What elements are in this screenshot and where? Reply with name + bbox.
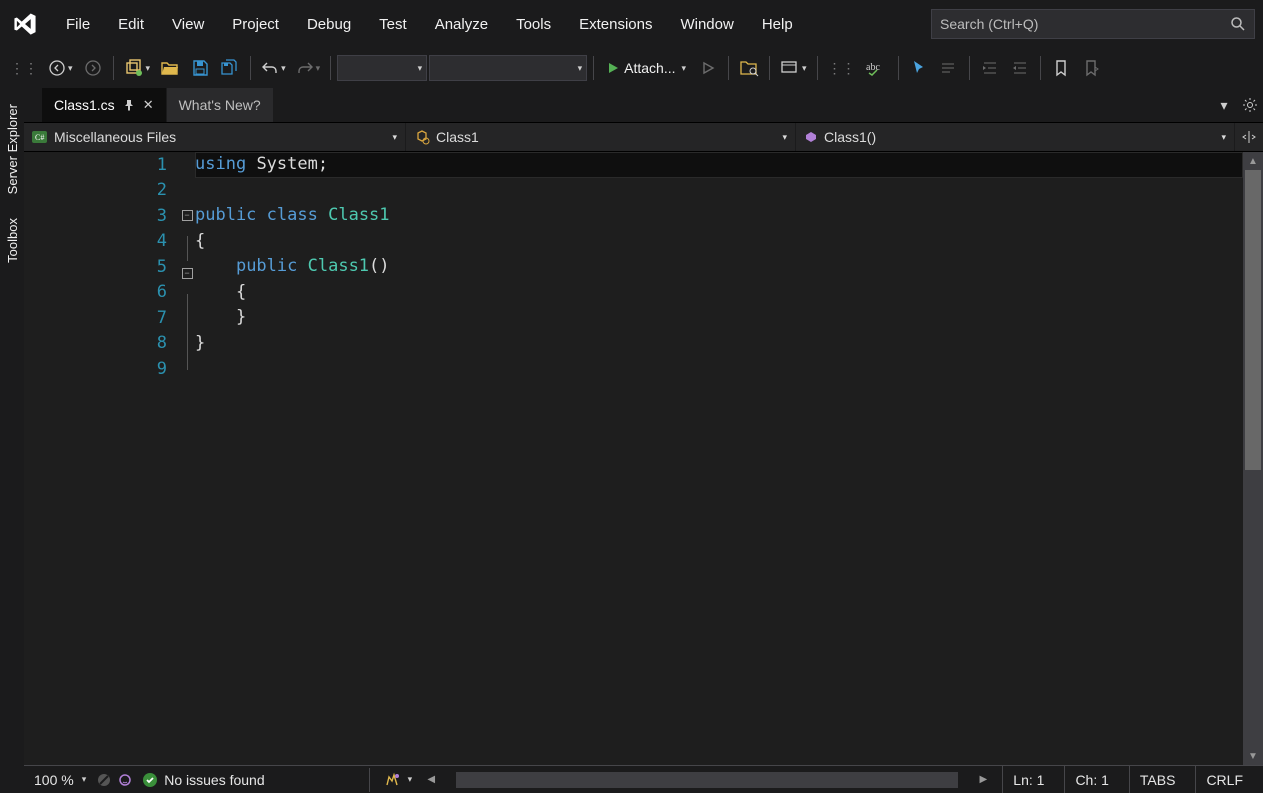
menu-test[interactable]: Test: [365, 10, 421, 39]
fold-toggle[interactable]: −: [182, 210, 193, 221]
class-icon: [414, 129, 430, 145]
menu-help[interactable]: Help: [748, 10, 807, 39]
vertical-scrollbar[interactable]: ▲ ▼: [1243, 152, 1263, 765]
code-editor[interactable]: 123456789 −− using System; public class …: [24, 152, 1263, 765]
find-files-button[interactable]: [735, 54, 763, 82]
svg-text:abc: abc: [866, 62, 880, 73]
quick-search[interactable]: [931, 9, 1255, 39]
solution-config-dropdown[interactable]: ▾: [337, 55, 427, 81]
menu-extensions[interactable]: Extensions: [565, 10, 666, 39]
browser-link-button[interactable]: ▾: [776, 54, 811, 82]
pin-icon[interactable]: [123, 99, 135, 111]
new-project-button[interactable]: ▾: [120, 54, 155, 82]
document-tabs: Class1.cs ✕ What's New? ▾: [24, 88, 1263, 122]
search-icon: [1230, 16, 1246, 32]
nav-type-label: Class1: [436, 129, 479, 145]
server-explorer-tab[interactable]: Server Explorer: [3, 98, 22, 200]
spell-check-button[interactable]: abc: [862, 54, 892, 82]
comment-button[interactable]: [935, 54, 963, 82]
cursor-select-button[interactable]: [905, 54, 933, 82]
nav-member-label: Class1(): [824, 129, 876, 145]
vs-logo-icon: [8, 7, 42, 41]
nav-back-button[interactable]: ▾: [44, 54, 77, 82]
nav-type-dropdown[interactable]: Class1 ▾: [406, 123, 796, 151]
nav-member-dropdown[interactable]: Class1() ▾: [796, 123, 1235, 151]
scroll-thumb[interactable]: [1245, 170, 1261, 470]
undo-button[interactable]: ▾: [257, 54, 290, 82]
menu-window[interactable]: Window: [666, 10, 747, 39]
menu-view[interactable]: View: [158, 10, 218, 39]
bookmark-next-button[interactable]: [1077, 54, 1105, 82]
indent-mode[interactable]: TABS: [1129, 766, 1186, 793]
menu-file[interactable]: File: [52, 10, 104, 39]
save-all-button[interactable]: [216, 54, 244, 82]
tab-class1[interactable]: Class1.cs ✕: [42, 88, 166, 122]
eol-mode[interactable]: CRLF: [1195, 766, 1253, 793]
redo-button[interactable]: ▾: [292, 54, 325, 82]
cursor-line[interactable]: Ln: 1: [1002, 766, 1054, 793]
hscroll-right[interactable]: ▶: [974, 774, 992, 785]
menu-edit[interactable]: Edit: [104, 10, 158, 39]
hscroll-left[interactable]: ◀: [422, 774, 440, 785]
method-icon: [804, 130, 818, 144]
split-editor-button[interactable]: [1235, 123, 1263, 151]
fold-toggle[interactable]: −: [182, 268, 193, 279]
nav-scope-label: Miscellaneous Files: [54, 129, 176, 145]
menu-tools[interactable]: Tools: [502, 10, 565, 39]
play-icon: [606, 61, 620, 75]
outdent-button[interactable]: [1006, 54, 1034, 82]
menu-debug[interactable]: Debug: [293, 10, 365, 39]
csharp-icon: C#: [32, 130, 48, 144]
nav-forward-button[interactable]: [79, 54, 107, 82]
drag-handle-icon: ⋮⋮: [824, 54, 860, 82]
search-input[interactable]: [940, 16, 1230, 32]
cursor-col[interactable]: Ch: 1: [1064, 766, 1118, 793]
issues-text: No issues found: [164, 772, 264, 788]
left-tool-tabs: Server Explorer Toolbox: [0, 88, 24, 793]
close-icon[interactable]: ✕: [143, 97, 154, 113]
scroll-up-button[interactable]: ▲: [1243, 152, 1263, 170]
open-file-button[interactable]: [156, 54, 184, 82]
code-nav-bar: C# Miscellaneous Files ▾ Class1 ▾ Class1…: [24, 122, 1263, 152]
svg-text:C#: C#: [35, 133, 44, 142]
horizontal-scrollbar[interactable]: [456, 772, 958, 788]
editor-status-bar: 100 %▾ No issues found ▾ ◀ ▶ Ln: 1 Ch: 1…: [24, 765, 1263, 793]
main-toolbar: ⋮⋮ ▾ ▾ ▾ ▾ ▾ ▾ Attach... ▾ ▾ ⋮⋮ abc: [0, 48, 1263, 88]
scroll-down-button[interactable]: ▼: [1243, 747, 1263, 765]
toolbox-tab[interactable]: Toolbox: [3, 212, 22, 269]
menu-analyze[interactable]: Analyze: [421, 10, 502, 39]
tab-label: Class1.cs: [54, 97, 115, 113]
attach-process-button[interactable]: Attach... ▾: [600, 54, 692, 82]
drag-handle-icon: ⋮⋮: [6, 54, 42, 82]
settings-gear-icon[interactable]: [1237, 88, 1263, 122]
tab-label: What's New?: [179, 97, 261, 113]
start-without-debug-button[interactable]: [694, 54, 722, 82]
attach-label: Attach...: [624, 60, 675, 76]
check-circle-icon: [142, 772, 158, 788]
zoom-level[interactable]: 100 %▾: [34, 772, 86, 788]
nav-scope-dropdown[interactable]: C# Miscellaneous Files ▾: [24, 123, 406, 151]
error-lens-toggle[interactable]: [96, 772, 132, 788]
indent-button[interactable]: [976, 54, 1004, 82]
active-files-dropdown[interactable]: ▾: [1211, 88, 1237, 122]
intellisense-button[interactable]: ▾: [384, 772, 413, 788]
issues-indicator[interactable]: No issues found: [142, 772, 264, 788]
save-button[interactable]: [186, 54, 214, 82]
bookmark-button[interactable]: [1047, 54, 1075, 82]
menu-project[interactable]: Project: [218, 10, 293, 39]
tab-whats-new[interactable]: What's New?: [166, 88, 273, 122]
menu-bar: FileEditViewProjectDebugTestAnalyzeTools…: [0, 0, 1263, 48]
solution-platform-dropdown[interactable]: ▾: [429, 55, 587, 81]
